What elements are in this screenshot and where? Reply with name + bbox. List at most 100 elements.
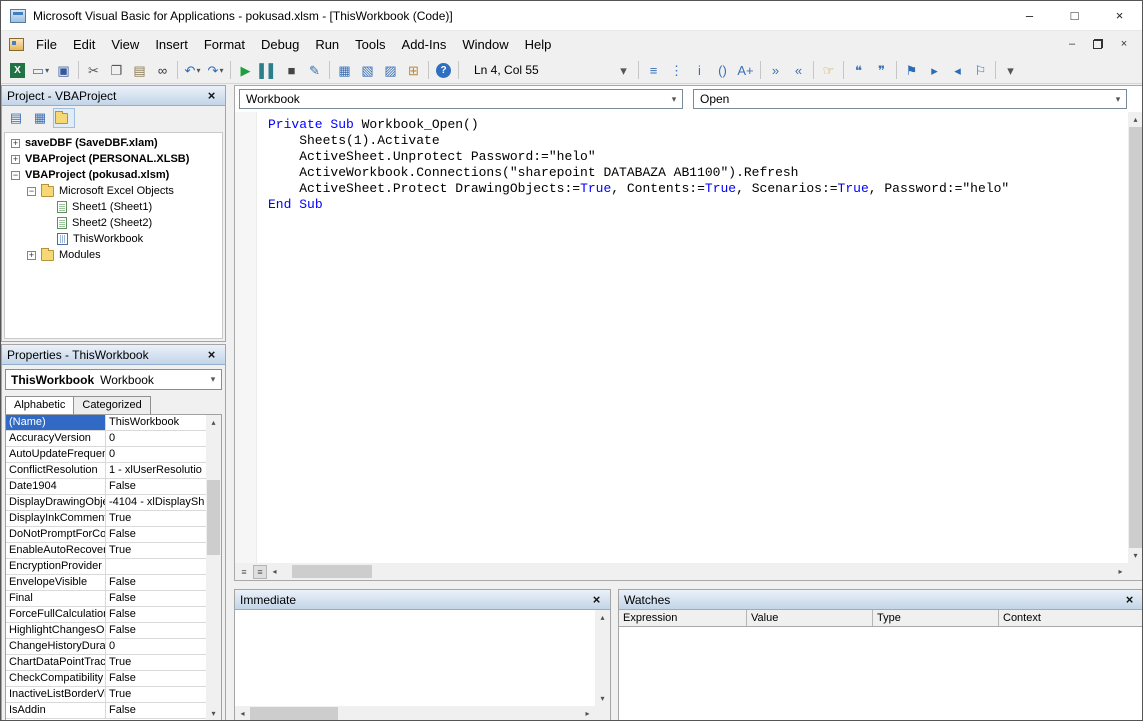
scroll-left-button[interactable]: ◂	[267, 564, 282, 579]
menu-item-debug[interactable]: Debug	[253, 31, 307, 57]
save-button[interactable]: ▣	[52, 59, 75, 81]
property-name-cell[interactable]: HighlightChangesOn	[6, 623, 106, 639]
property-row[interactable]: IsAddinFalse	[6, 703, 206, 719]
next-bookmark-button[interactable]: ▸	[923, 59, 946, 81]
property-name-cell[interactable]: ConflictResolution	[6, 463, 106, 479]
property-value-cell[interactable]: True	[106, 655, 206, 671]
scroll-down-button[interactable]: ▾	[1128, 548, 1143, 563]
previous-bookmark-button[interactable]: ◂	[946, 59, 969, 81]
property-name-cell[interactable]: ChangeHistoryDurat	[6, 639, 106, 655]
property-value-cell[interactable]: False	[106, 607, 206, 623]
help-button[interactable]: ?	[432, 59, 455, 81]
property-name-cell[interactable]: EnableAutoRecover	[6, 543, 106, 559]
maximize-button[interactable]: □	[1052, 1, 1097, 30]
quick-info-button[interactable]: i	[688, 59, 711, 81]
property-name-cell[interactable]: CheckCompatibility	[6, 671, 106, 687]
list-properties-methods-button[interactable]: ≡	[642, 59, 665, 81]
property-value-cell[interactable]: True	[106, 511, 206, 527]
property-name-cell[interactable]: ForceFullCalculation	[6, 607, 106, 623]
cut-button[interactable]: ✂	[82, 59, 105, 81]
watches-column-header-context[interactable]: Context	[999, 610, 1143, 626]
child-restore-button[interactable]	[1086, 35, 1110, 53]
property-row[interactable]: InactiveListBorderVisTrue	[6, 687, 206, 703]
property-name-cell[interactable]: EnvelopeVisible	[6, 575, 106, 591]
tree-item[interactable]: Sheet1 (Sheet1)	[5, 199, 222, 215]
property-value-cell[interactable]: False	[106, 703, 206, 719]
edit-toolbar-options-button[interactable]: ▾	[999, 59, 1022, 81]
property-value-cell[interactable]: False	[106, 575, 206, 591]
property-row[interactable]: AccuracyVersion0	[6, 431, 206, 447]
scroll-right-button[interactable]: ▸	[580, 706, 595, 721]
property-name-cell[interactable]: Date1904	[6, 479, 106, 495]
property-name-cell[interactable]: DisplayInkComments	[6, 511, 106, 527]
redo-button[interactable]: ↷▾	[204, 59, 227, 81]
property-row[interactable]: EncryptionProvider	[6, 559, 206, 575]
properties-panel-close-button[interactable]: ×	[203, 347, 220, 362]
property-row[interactable]: ForceFullCalculationFalse	[6, 607, 206, 623]
expand-toggle[interactable]: +	[27, 251, 36, 260]
scrollbar-track[interactable]	[250, 707, 580, 720]
property-row[interactable]: FinalFalse	[6, 591, 206, 607]
property-name-cell[interactable]: InactiveListBorderVis	[6, 687, 106, 703]
object-browser-button[interactable]: ▨	[379, 59, 402, 81]
menu-item-run[interactable]: Run	[307, 31, 347, 57]
property-name-cell[interactable]: EncryptionProvider	[6, 559, 106, 575]
expand-toggle[interactable]: +	[11, 139, 20, 148]
view-microsoft-excel-button[interactable]: X	[6, 59, 29, 81]
property-value-cell[interactable]: False	[106, 591, 206, 607]
property-value-cell[interactable]: 1 - xlUserResolutio	[106, 463, 206, 479]
view-code-button[interactable]: ▤	[5, 108, 27, 128]
property-value-cell[interactable]	[106, 559, 206, 575]
tree-item[interactable]: −VBAProject (pokusad.xlsm)	[5, 167, 222, 183]
property-row[interactable]: ChartDataPointTrackTrue	[6, 655, 206, 671]
bottom-panels-splitter[interactable]	[611, 589, 618, 721]
watches-panel-close-button[interactable]: ×	[1121, 592, 1138, 607]
tree-item[interactable]: −Microsoft Excel Objects	[5, 183, 222, 199]
watches-column-header-expression[interactable]: Expression	[619, 610, 747, 626]
scrollbar-thumb[interactable]	[1129, 127, 1142, 548]
find-button[interactable]: ∞	[151, 59, 174, 81]
full-module-view-button[interactable]: ≡	[253, 565, 267, 579]
property-name-cell[interactable]: (Name)	[6, 415, 106, 431]
undo-button[interactable]: ↶▾	[181, 59, 204, 81]
scrollbar-track[interactable]	[282, 565, 1113, 578]
property-row[interactable]: EnvelopeVisibleFalse	[6, 575, 206, 591]
procedure-dropdown[interactable]: Open ▾	[693, 89, 1127, 109]
project-panel-close-button[interactable]: ×	[203, 88, 220, 103]
toggle-breakpoint-button[interactable]: ☞	[817, 59, 840, 81]
paste-button[interactable]: ▤	[128, 59, 151, 81]
toggle-bookmark-button[interactable]: ⚑	[900, 59, 923, 81]
property-row[interactable]: EnableAutoRecoverTrue	[6, 543, 206, 559]
property-row[interactable]: AutoUpdateFrequen0	[6, 447, 206, 463]
toolbox-button[interactable]: ⊞	[402, 59, 425, 81]
scrollbar-thumb[interactable]	[292, 565, 372, 578]
property-row[interactable]: DoNotPromptForConFalse	[6, 527, 206, 543]
view-object-button[interactable]: ▦	[29, 108, 51, 128]
property-value-cell[interactable]: ThisWorkbook	[106, 415, 206, 431]
immediate-input-area[interactable]	[235, 610, 595, 706]
project-explorer-button[interactable]: ▦	[333, 59, 356, 81]
scroll-down-button[interactable]: ▾	[595, 691, 610, 706]
property-row[interactable]: DisplayInkCommentsTrue	[6, 511, 206, 527]
menu-item-add-ins[interactable]: Add-Ins	[394, 31, 455, 57]
tab-categorized[interactable]: Categorized	[74, 396, 150, 414]
scrollbar-thumb[interactable]	[250, 707, 338, 720]
close-button[interactable]: ×	[1097, 1, 1142, 30]
immediate-horizontal-scrollbar[interactable]: ◂ ▸	[235, 706, 595, 721]
object-dropdown[interactable]: Workbook ▾	[239, 89, 683, 109]
property-row[interactable]: Date1904False	[6, 479, 206, 495]
outdent-button[interactable]: «	[787, 59, 810, 81]
scroll-down-button[interactable]: ▾	[206, 706, 221, 721]
property-value-cell[interactable]: False	[106, 671, 206, 687]
code-editor[interactable]: Private Sub Workbook_Open() Sheets(1).Ac…	[235, 112, 1128, 563]
scroll-up-button[interactable]: ▴	[595, 610, 610, 625]
property-value-cell[interactable]: -4104 - xlDisplaySh	[106, 495, 206, 511]
property-name-cell[interactable]: ChartDataPointTrack	[6, 655, 106, 671]
insert-userform-button[interactable]: ▭▾	[29, 59, 52, 81]
property-value-cell[interactable]: True	[106, 687, 206, 703]
property-value-cell[interactable]: False	[106, 527, 206, 543]
property-row[interactable]: ConflictResolution1 - xlUserResolutio	[6, 463, 206, 479]
scroll-left-button[interactable]: ◂	[235, 706, 250, 721]
property-name-cell[interactable]: DisplayDrawingObje	[6, 495, 106, 511]
standard-toolbar-options-button[interactable]: ▾	[612, 59, 635, 81]
